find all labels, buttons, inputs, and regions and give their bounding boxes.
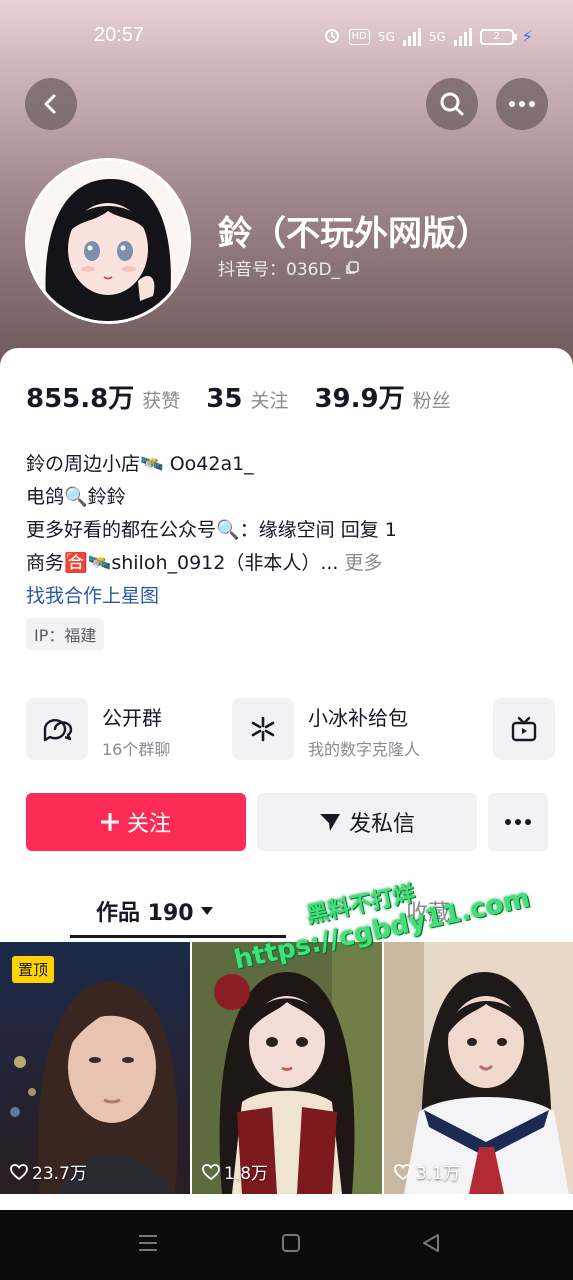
system-navigation-bar [0,1210,573,1280]
back-nav-button[interactable] [420,1232,442,1258]
status-bar: 20:57 HD 5G 5G 2 ⚡ [0,22,573,52]
video-likes: 23.7万 [10,1159,87,1184]
stat-following[interactable]: 35 关注 [206,384,288,414]
plus-icon [100,813,119,831]
send-icon [319,814,340,831]
heart-icon [202,1163,220,1180]
home-button[interactable] [280,1232,302,1258]
video-likes: 1.8万 [202,1159,268,1184]
signal-icon [402,27,421,46]
bio-line: 商务🈴🛰️shiloh_0912（非本人）... 更多 [26,547,397,580]
video-likes-count: 1.8万 [224,1164,269,1184]
back-triangle-icon [423,1234,439,1252]
bio-line: 鈴の周边小店🛰️ Oo42a1_ [26,453,254,475]
caret-down-icon [200,907,213,915]
ip-location-tag: IP：福建 [26,618,105,650]
douyin-id[interactable]: 抖音号：036D_ [218,255,360,280]
avatar[interactable] [25,158,191,324]
message-button-label: 发私信 [348,812,415,837]
video-thumbnail[interactable]: 1.8万 [192,942,382,1194]
video-likes-count: 3.1万 [416,1164,461,1184]
search-button[interactable] [426,78,478,130]
feature-xiaobing-subtitle: 我的数字克隆人 [308,740,421,759]
stats-row: 855.8万 获赞 35 关注 39.9万 粉丝 [26,378,477,415]
bio-more-link[interactable]: 更多 [345,552,383,574]
heart-icon [394,1163,412,1180]
feature-group-chat-title[interactable]: 公开群 [102,702,162,731]
search-icon [440,92,464,116]
bio-line: 电鸽🔍鈴鈴 [26,486,126,508]
more-options-button[interactable] [496,78,548,130]
video-likes-count: 23.7万 [32,1164,87,1184]
video-likes: 3.1万 [394,1159,460,1184]
profile-screen: 20:57 HD 5G 5G 2 ⚡ 鈴（不玩外网版） 抖音号：036D_ 85… [0,0,573,1280]
stat-likes[interactable]: 855.8万 获赞 [26,378,180,415]
message-button[interactable]: 发私信 [257,793,477,851]
feature-group-chat-subtitle: 16个群聊 [102,740,171,759]
charging-icon: ⚡ [521,27,533,46]
tab-works[interactable]: 作品 190 [96,895,214,927]
stat-followers[interactable]: 39.9万 粉丝 [314,378,450,415]
xiaobing-icon [251,716,275,742]
feature-xiaobing[interactable] [232,698,294,760]
feature-tv[interactable] [493,698,555,760]
status-icons: HD 5G 5G 2 ⚡ [323,26,533,47]
recent-apps-button[interactable] [137,1232,159,1258]
tv-icon [511,716,537,742]
feature-xiaobing-title[interactable]: 小冰补给包 [308,702,408,731]
video-thumbnail-image [192,942,382,1194]
video-thumbnail[interactable]: 3.1万 [384,942,573,1194]
net-label-1: 5G [377,29,395,44]
back-arrow-icon [44,94,56,114]
stat-following-value: 35 [206,384,243,414]
feature-group-chat[interactable] [26,698,88,760]
heart-icon [10,1163,28,1180]
starmap-link[interactable]: 找我合作上星图 [26,580,397,613]
username: 鈴（不玩外网版） [218,214,490,254]
home-square-icon [282,1234,300,1252]
bio[interactable]: 鈴の周边小店🛰️ Oo42a1_ 电鸽🔍鈴鈴 更多好看的都在公众号🔍：缘缘空间 … [26,448,397,613]
net-label-2: 5G [428,29,446,44]
feature-row: 公开群 16个群聊 小冰补给包 我的数字克隆人 [26,698,573,762]
stat-followers-value: 39.9万 [314,384,405,414]
bio-line: 更多好看的都在公众号🔍：缘缘空间 回复 1 [26,519,397,541]
more-dots-icon [509,101,535,107]
more-dots-icon [505,819,531,825]
douyin-id-text: 抖音号：036D_ [218,260,341,280]
stat-likes-value: 855.8万 [26,384,135,414]
stat-following-label: 关注 [250,390,289,412]
follow-button[interactable]: 关注 [26,793,246,851]
profile-header: 20:57 HD 5G 5G 2 ⚡ 鈴（不玩外网版） 抖音号：036D_ [0,0,573,380]
stat-likes-label: 获赞 [142,390,181,412]
bio-line-text: 商务🈴🛰️shiloh_0912（非本人）... [26,552,339,574]
status-time: 20:57 [94,24,145,46]
pinned-badge: 置顶 [12,956,55,983]
alarm-icon [323,26,341,47]
video-thumbnail-image [384,942,573,1194]
tab-works-label: 作品 190 [96,901,194,926]
menu-lines-icon [139,1235,157,1251]
back-button[interactable] [25,78,77,130]
follow-button-label: 关注 [126,812,171,837]
signal-icon-2 [453,27,472,46]
profile-card: 855.8万 获赞 35 关注 39.9万 粉丝 鈴の周边小店🛰️ Oo42a1… [0,348,573,1228]
hd-icon: HD [348,28,370,45]
stat-followers-label: 粉丝 [412,390,451,412]
copy-icon[interactable] [344,260,360,276]
more-actions-button[interactable] [488,793,548,851]
video-thumbnail[interactable]: 置顶 23.7万 [0,942,190,1194]
group-chat-icon [43,719,73,742]
battery-icon: 2 [479,28,517,45]
avatar-illustration [28,161,188,321]
